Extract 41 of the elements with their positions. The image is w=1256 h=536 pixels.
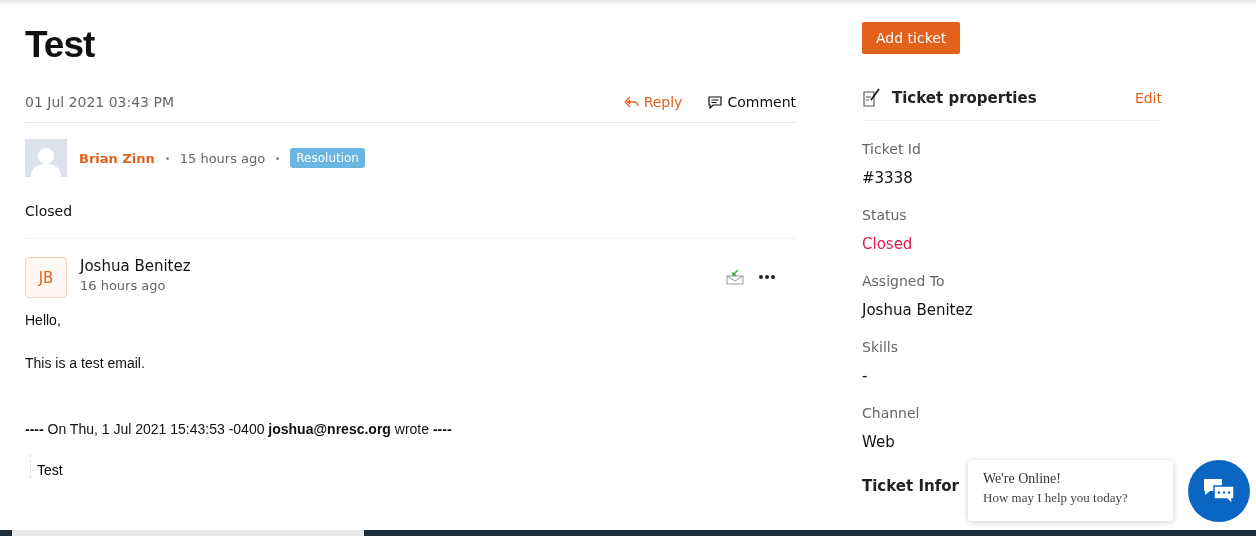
properties-title: Ticket properties [892,89,1038,107]
author-name[interactable]: Brian Zinn [79,150,155,166]
field-label: Skills [862,339,899,355]
resolution-tag: Resolution [290,148,365,168]
chat-prompt[interactable]: We're Online! How may I help you today? [968,460,1173,521]
resolution-text: Closed [25,203,796,239]
comment-icon [708,95,723,109]
reply-icon [623,96,639,108]
field-label: Status [862,207,908,223]
avatar-placeholder [25,139,67,177]
chat-title: We're Online! [983,471,1062,487]
add-ticket-button[interactable]: Add ticket [862,22,961,54]
initials-avatar: JB [25,257,67,298]
chat-icon [1202,477,1236,505]
reply-link[interactable]: Reply [623,94,683,110]
separator-dot [165,156,169,160]
field-label: Assigned To [862,273,946,289]
email-received-icon[interactable] [726,269,744,285]
field-value: Closed [862,235,914,253]
field-label: Ticket Id [862,141,922,157]
chat-subtitle: How may I help you today? [983,490,1129,506]
timestamp: 15 hours ago [179,150,266,166]
field-label: Channel [862,405,921,421]
more-icon[interactable] [758,274,776,280]
email-line: Hello, [25,312,62,328]
comment-link[interactable]: Comment [708,94,796,110]
field-value: #3338 [862,169,914,187]
field-value: Joshua Benitez [862,301,974,319]
ticket-title: Test [25,24,96,66]
separator-dot [276,156,280,160]
quote-header: ---- On Thu, 1 Jul 2021 15:43:53 -0400 joshua@nresc.org wrote ---- [25,421,453,437]
email-line: This is a test email. [25,355,146,371]
field-value: - [862,367,869,385]
timestamp: 16 hours ago [80,278,167,293]
field-value: Web [862,433,896,451]
ticket-date: 01 Jul 2021 03:43 PM [25,94,175,110]
sender-name: Joshua Benitez [80,257,192,275]
edit-note-icon [862,88,882,108]
edit-link[interactable]: Edit [1134,90,1162,106]
section-title: Ticket Infor [862,477,959,495]
quoted-text: Test [37,462,63,478]
